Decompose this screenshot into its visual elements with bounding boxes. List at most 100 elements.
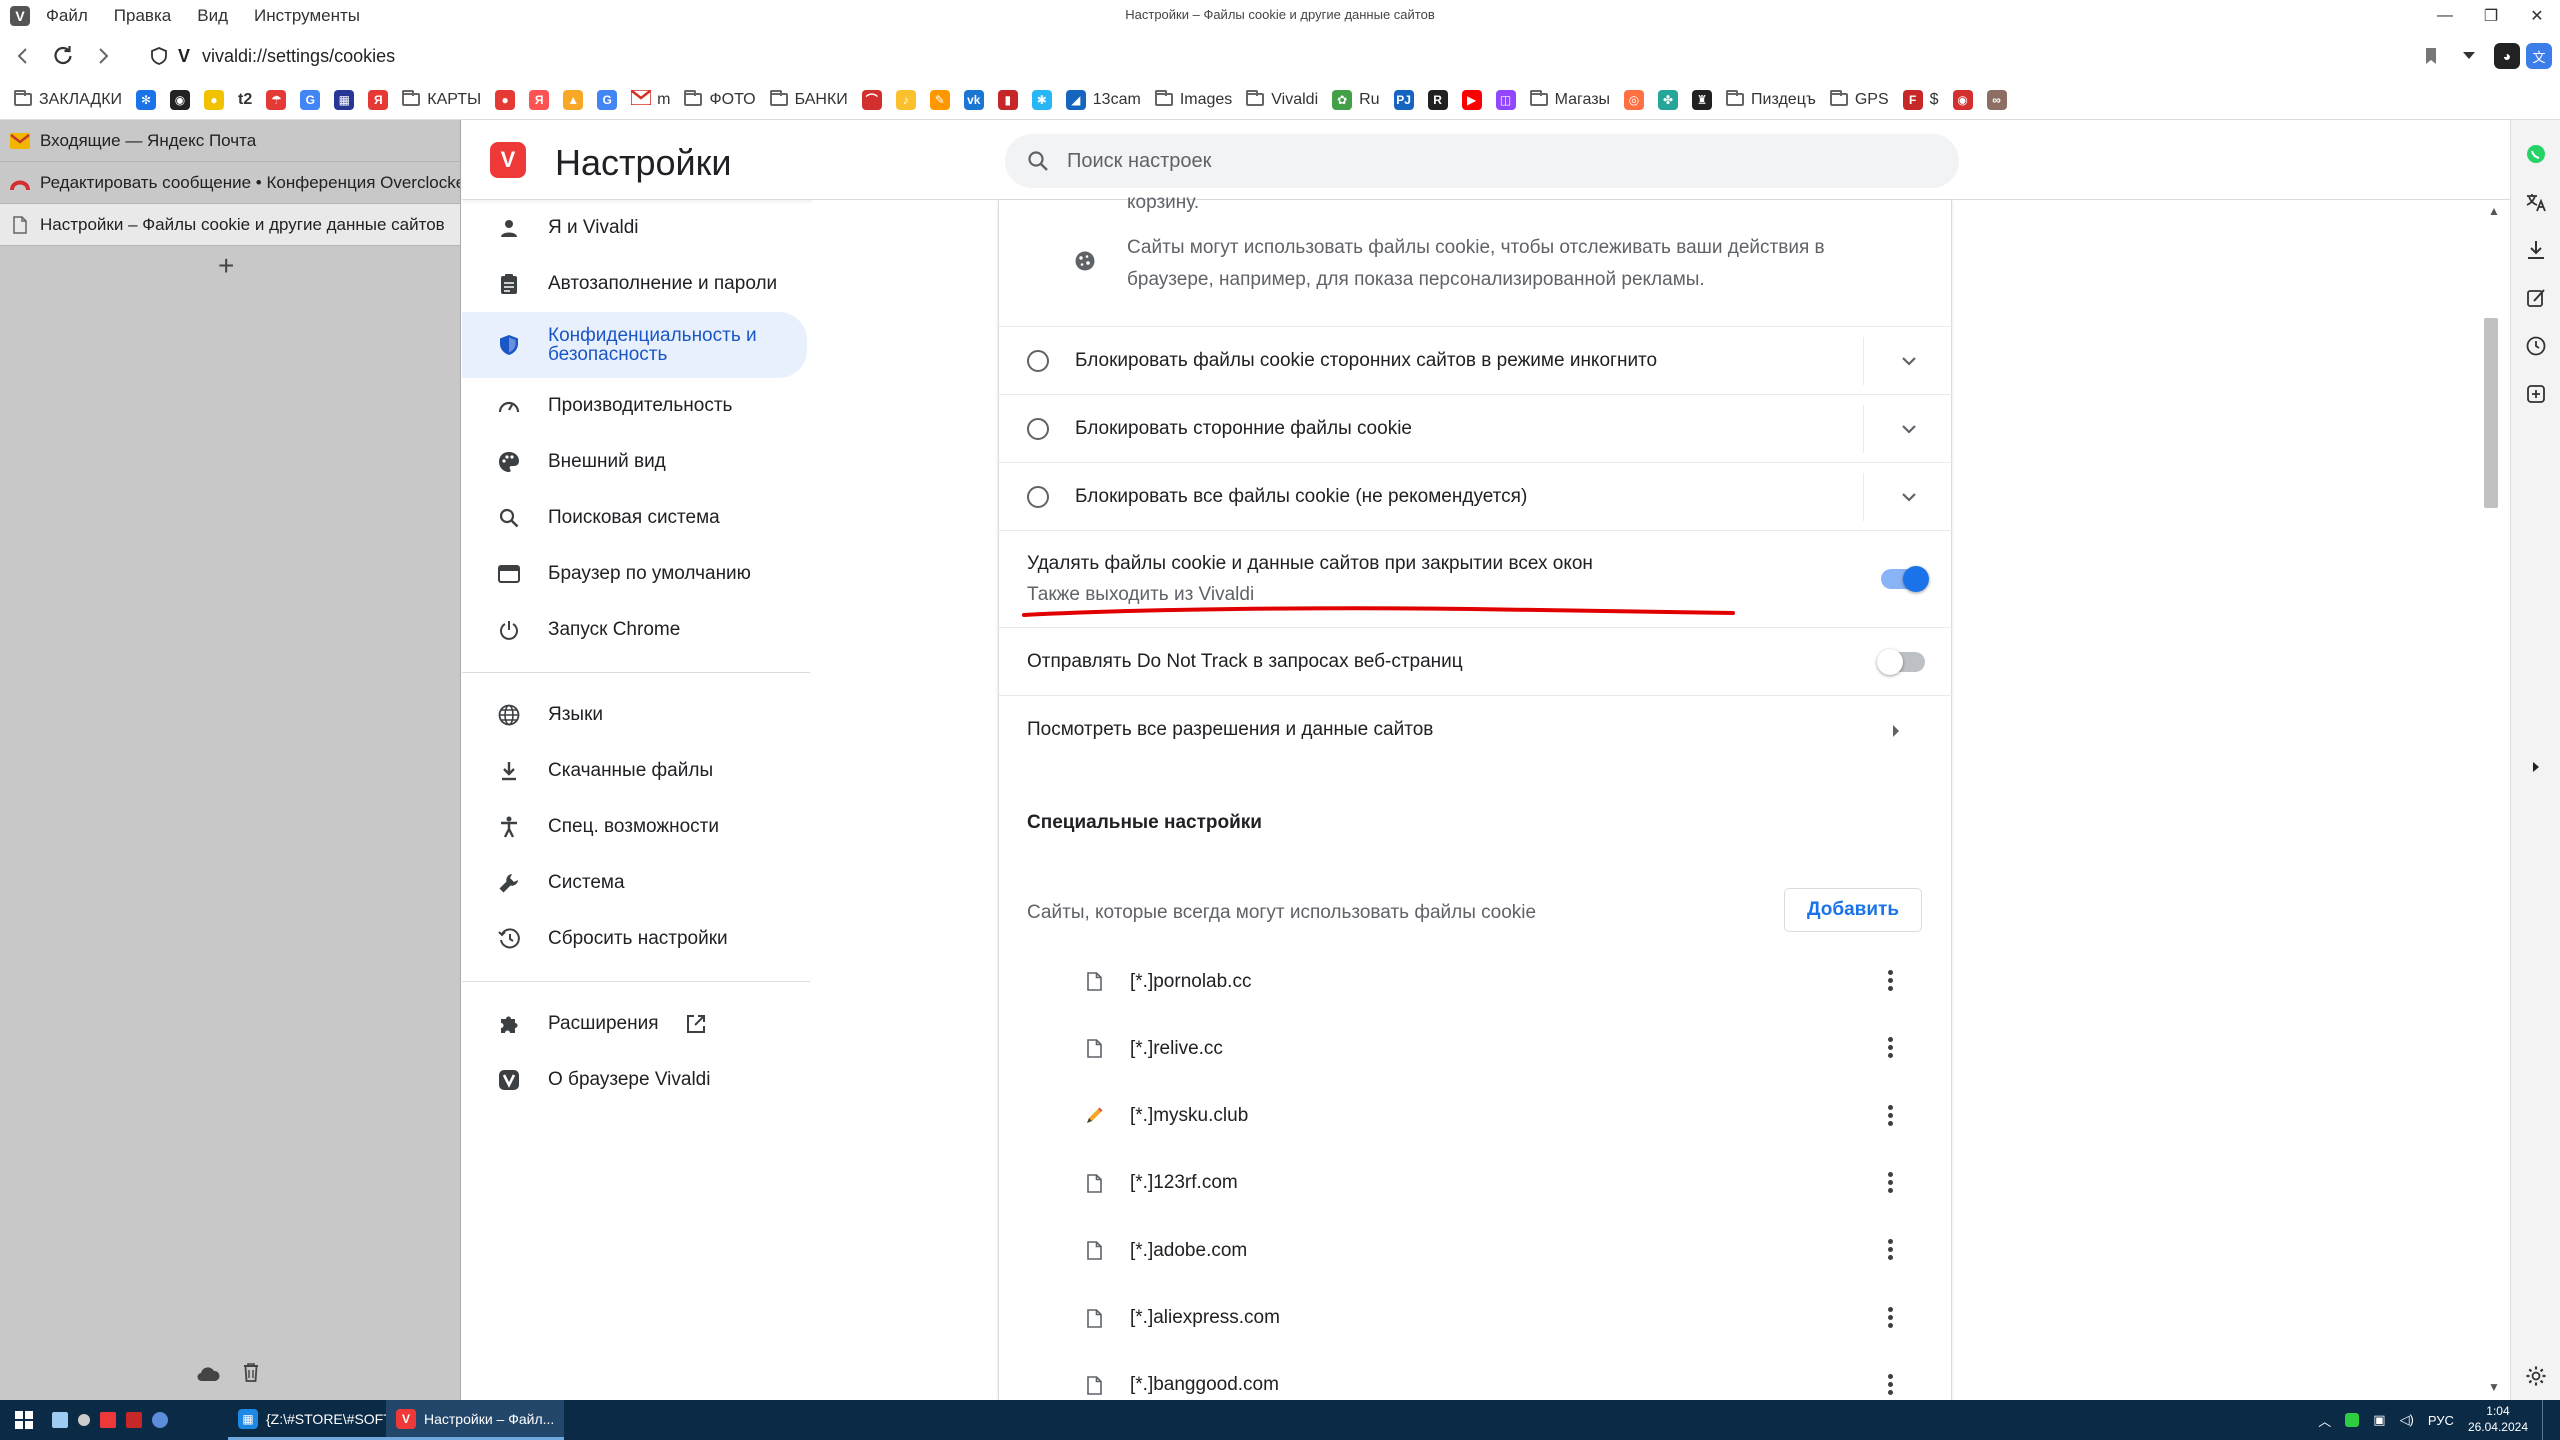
bookmark-item[interactable]: m: [630, 88, 670, 110]
volume-icon[interactable]: ◁): [2400, 1412, 2414, 1428]
tab-yandex-mail[interactable]: Входящие — Яндекс Почта: [0, 120, 460, 162]
bookmark-item[interactable]: Магазы: [1529, 90, 1610, 109]
panel-expand-arrow-icon[interactable]: [2511, 754, 2560, 780]
bookmark-item[interactable]: ✤: [1658, 89, 1679, 110]
scroll-up-arrow-icon[interactable]: ▲: [2488, 204, 2500, 218]
tab-settings-cookies[interactable]: Настройки – Файлы cookie и другие данные…: [0, 204, 460, 246]
add-web-panel-icon[interactable]: [2511, 370, 2560, 418]
add-site-button[interactable]: Добавить: [1784, 888, 1922, 932]
tray-expand-icon[interactable]: ︿: [2318, 1411, 2331, 1430]
clock[interactable]: 1:04 26.04.2024: [2468, 1404, 2528, 1435]
url-text[interactable]: vivaldi://settings/cookies: [202, 46, 395, 67]
bookmark-item[interactable]: ⌒: [861, 89, 882, 110]
clear-on-exit-toggle[interactable]: [1881, 566, 1929, 592]
page-scrollbar[interactable]: ▲ ▼: [2480, 200, 2510, 1400]
bookmark-item[interactable]: ♜: [1692, 89, 1713, 110]
more-actions-icon[interactable]: [1886, 1239, 1894, 1261]
sidebar-item[interactable]: Запуск Chrome: [462, 602, 807, 658]
bookmark-item[interactable]: ●: [495, 89, 516, 110]
bookmark-item[interactable]: ∞: [1986, 89, 2007, 110]
address-dropdown-icon[interactable]: [2450, 38, 2488, 74]
bookmark-item[interactable]: t2: [238, 91, 252, 109]
bookmark-item[interactable]: Images: [1154, 90, 1232, 109]
bookmark-item[interactable]: vk: [963, 89, 984, 110]
site-info-shield-icon[interactable]: [148, 47, 170, 65]
taskbar-task-vivaldi[interactable]: V Настройки – Файл...: [386, 1400, 565, 1440]
downloads-panel-icon[interactable]: [2511, 226, 2560, 274]
sidebar-item[interactable]: Производительность: [462, 378, 807, 434]
radio-button[interactable]: [1027, 417, 1049, 440]
more-actions-icon[interactable]: [1886, 1171, 1894, 1193]
bookmark-item[interactable]: ✿ Ru: [1332, 89, 1380, 110]
bookmark-item[interactable]: R: [1427, 89, 1448, 110]
bookmark-item[interactable]: PJ: [1393, 89, 1414, 110]
do-not-track-toggle[interactable]: [1877, 649, 1925, 675]
explorer-quick-icon[interactable]: [52, 1412, 68, 1428]
reload-button[interactable]: [46, 39, 80, 73]
history-panel-icon[interactable]: [2511, 322, 2560, 370]
forward-button[interactable]: [86, 39, 120, 73]
more-actions-icon[interactable]: [1886, 1373, 1894, 1395]
block-third-party-incognito-option[interactable]: Блокировать файлы cookie сторонних сайто…: [999, 326, 1953, 394]
vivaldi-quick-icon[interactable]: [100, 1412, 116, 1428]
more-actions-icon[interactable]: [1886, 1306, 1894, 1328]
sidebar-item[interactable]: Конфиденциальность и безопасность: [462, 312, 807, 378]
bookmark-item[interactable]: Я: [529, 89, 550, 110]
sidebar-item[interactable]: Внешний вид: [462, 434, 807, 490]
block-all-option[interactable]: Блокировать все файлы cookie (не рекомен…: [999, 462, 1953, 530]
bookmark-item[interactable]: GPS: [1829, 90, 1889, 109]
close-icon[interactable]: ✕: [2514, 0, 2560, 32]
tab-overclockers[interactable]: Редактировать сообщение • Конференция Ov…: [0, 162, 460, 204]
minimize-icon[interactable]: —: [2422, 0, 2468, 32]
menu-file[interactable]: Файл: [46, 6, 88, 26]
expand-chevron-icon[interactable]: [1863, 337, 1953, 385]
url-field[interactable]: V vivaldi://settings/cookies: [148, 42, 395, 70]
settings-search[interactable]: [1005, 134, 1959, 188]
sidebar-item[interactable]: Спец. возможности: [462, 799, 807, 855]
bookmark-item[interactable]: ☂: [266, 89, 287, 110]
all-permissions-row[interactable]: Посмотреть все разрешения и данные сайто…: [999, 695, 1953, 763]
vivaldi-menu-icon[interactable]: V: [10, 6, 30, 26]
bookmark-item[interactable]: ✱: [1031, 89, 1052, 110]
bookmark-item[interactable]: ◫: [1495, 89, 1516, 110]
bookmark-item[interactable]: ▶: [1461, 89, 1482, 110]
search-input[interactable]: [1067, 149, 1867, 173]
sync-cloud-icon[interactable]: [196, 1362, 220, 1388]
translate-panel-icon[interactable]: [2511, 178, 2560, 226]
new-tab-plus-icon[interactable]: +: [218, 250, 234, 282]
bookmark-icon[interactable]: [2412, 38, 2450, 74]
tray-app-icon[interactable]: [2345, 1413, 2360, 1427]
sidebar-item[interactable]: Языки: [462, 687, 807, 743]
sidebar-item[interactable]: Я и Vivaldi: [462, 200, 807, 256]
sidebar-item[interactable]: Скачанные файлы: [462, 743, 807, 799]
windows-start-icon[interactable]: [0, 1400, 48, 1440]
bookmark-item[interactable]: G: [300, 89, 321, 110]
bookmark-item[interactable]: ✎: [929, 89, 950, 110]
bookmark-item[interactable]: Я: [368, 89, 389, 110]
sidebar-item[interactable]: Автозаполнение и пароли: [462, 256, 807, 312]
radio-button[interactable]: [1027, 485, 1049, 508]
settings-gear-icon[interactable]: [2511, 1352, 2560, 1400]
network-icon[interactable]: ▣: [2373, 1412, 2385, 1428]
bookmark-item[interactable]: ЗАКЛАДКИ: [14, 90, 122, 109]
bookmark-item[interactable]: Vivaldi: [1246, 90, 1318, 109]
bookmark-item[interactable]: ◉: [170, 89, 191, 110]
trash-icon[interactable]: [242, 1362, 260, 1388]
app-quick-icon[interactable]: [78, 1414, 90, 1426]
menu-tools[interactable]: Инструменты: [254, 6, 360, 26]
bookmark-item[interactable]: ✻: [136, 89, 157, 110]
bookmark-item[interactable]: БАНКИ: [769, 90, 848, 109]
restore-icon[interactable]: ❐: [2468, 0, 2514, 32]
clear-on-exit-row[interactable]: Удалять файлы cookie и данные сайтов при…: [999, 530, 1953, 627]
sidebar-item[interactable]: Поисковая система: [462, 490, 807, 546]
bookmark-item[interactable]: КАРТЫ: [402, 90, 481, 109]
bookmark-item[interactable]: ▦: [334, 89, 355, 110]
bookmark-item[interactable]: ◢ 13cam: [1065, 89, 1141, 110]
sidebar-item[interactable]: Расширения: [462, 996, 807, 1052]
input-language[interactable]: РУС: [2428, 1413, 2454, 1428]
scroll-down-arrow-icon[interactable]: ▼: [2488, 1380, 2500, 1394]
bookmark-item[interactable]: ▲: [563, 89, 584, 110]
show-desktop-button[interactable]: [2542, 1400, 2548, 1440]
more-actions-icon[interactable]: [1886, 970, 1894, 991]
more-actions-icon[interactable]: [1886, 1037, 1894, 1059]
